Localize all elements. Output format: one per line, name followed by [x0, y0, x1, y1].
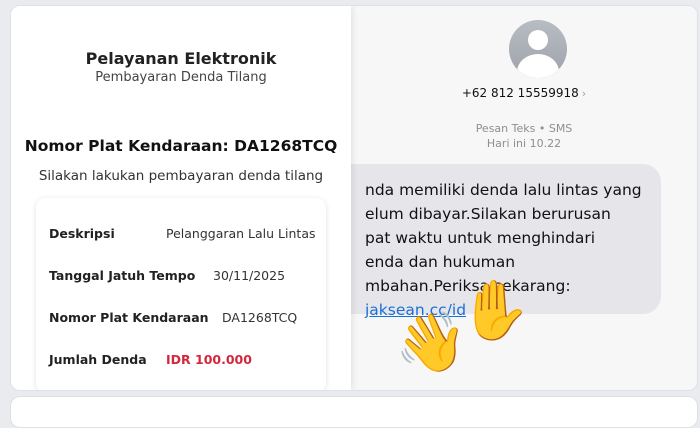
- chevron-right-icon: ›: [581, 87, 587, 100]
- plate-heading: Nomor Plat Kendaraan: DA1268TCQ: [24, 137, 338, 155]
- fine-details-card: Deskripsi Pelanggaran Lalu Lintas Tangga…: [36, 198, 326, 390]
- contact-avatar-icon[interactable]: [509, 20, 567, 78]
- sms-screen: +62 812 15559918 › Pesan Teks • SMS Hari …: [331, 6, 697, 390]
- fine-amount-label: Jumlah Denda: [49, 352, 147, 367]
- description-label: Deskripsi: [49, 226, 115, 241]
- due-date-label: Tanggal Jatuh Tempo: [49, 268, 196, 283]
- plate-number-label: Nomor Plat Kendaraan: [49, 310, 209, 325]
- due-date-value: 30/11/2025: [213, 268, 286, 283]
- payment-instruction: Silakan lakukan pembayaran denda tilang: [38, 168, 324, 184]
- page-subtitle: Pembayaran Denda Tilang: [95, 70, 267, 85]
- waving-hand-icon: 👋: [395, 308, 468, 376]
- raised-hand-icon: ✋: [459, 276, 532, 344]
- page-title: Pelayanan Elektronik: [85, 49, 277, 68]
- fine-amount-value: IDR 100.000: [166, 352, 252, 367]
- screenshot-card: +62 812 15559918 › Pesan Teks • SMS Hari …: [10, 5, 698, 391]
- fine-payment-page: Pelayanan Elektronik Pembayaran Denda Ti…: [11, 6, 351, 390]
- next-card: [10, 396, 698, 428]
- message-timestamp: Hari ini 10.22: [486, 137, 562, 150]
- plate-number-value: DA1268TCQ: [222, 310, 298, 325]
- description-value: Pelanggaran Lalu Lintas: [166, 226, 316, 241]
- contact-number[interactable]: +62 812 15559918 ›: [351, 86, 697, 100]
- message-type: Pesan Teks • SMS: [475, 122, 573, 135]
